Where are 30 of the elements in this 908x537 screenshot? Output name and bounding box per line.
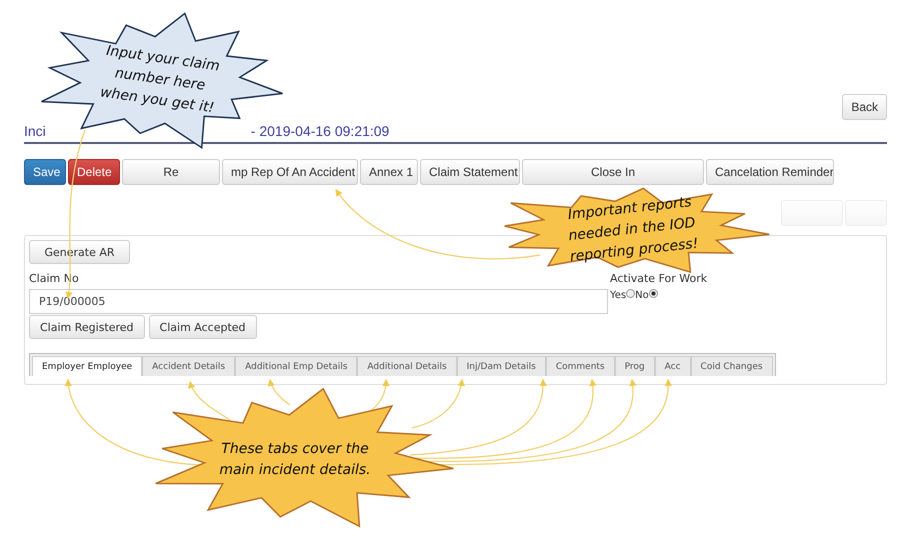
callout-text: main incident details. xyxy=(219,461,371,480)
leader-line xyxy=(268,378,290,406)
claim-no-field[interactable]: P19/000005 xyxy=(29,289,608,314)
radio-label: No xyxy=(635,290,649,301)
radio-button[interactable] xyxy=(626,289,636,298)
page-title: Inci xyxy=(24,123,46,139)
toolbar-button[interactable]: Save xyxy=(24,159,66,185)
tab[interactable]: Additional Details xyxy=(357,356,457,376)
tab[interactable]: Coid Changes xyxy=(690,356,773,376)
toolbar-button[interactable]: Claim Statement xyxy=(420,159,520,185)
tab[interactable]: Accident Details xyxy=(142,356,236,376)
toolbar-button[interactable]: Close In xyxy=(522,159,704,185)
callout-text: These tabs cover the xyxy=(221,440,369,459)
toolbar-button[interactable]: Re xyxy=(122,159,220,185)
back-button[interactable]: Back xyxy=(842,94,887,120)
tab[interactable]: Additional Emp Details xyxy=(235,356,358,376)
activate-label: Activate For Work xyxy=(610,272,708,285)
toolbar-button[interactable]: mp Rep Of An Accident xyxy=(222,159,358,185)
page-title-timestamp: - 2019-04-16 09:21:09 xyxy=(250,123,390,139)
tab[interactable]: Employer Employee xyxy=(32,356,142,376)
tab[interactable]: Acc xyxy=(654,356,691,376)
radio-button[interactable] xyxy=(648,289,658,298)
radio-label: Yes xyxy=(610,290,626,301)
status-button[interactable]: Claim Registered xyxy=(29,315,145,339)
tab[interactable]: Prog xyxy=(614,356,655,376)
toolbar-button[interactable]: Annex 1 xyxy=(360,159,418,185)
tab[interactable]: Comments xyxy=(546,356,615,376)
status-button[interactable]: Claim Accepted xyxy=(148,315,257,339)
toolbar-button[interactable]: Delete xyxy=(68,159,120,185)
tab[interactable]: Inj/Dam Details xyxy=(456,356,546,376)
